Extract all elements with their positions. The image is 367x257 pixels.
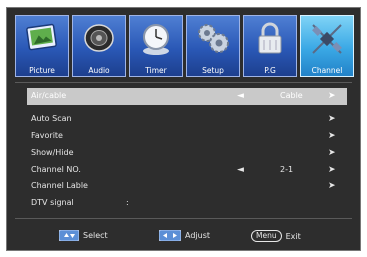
picture-icon bbox=[26, 23, 57, 51]
menu-item-value: 2-1 bbox=[280, 164, 294, 174]
tab-label: Setup bbox=[202, 66, 224, 75]
exit-label: Exit bbox=[285, 231, 301, 241]
tab-setup[interactable]: Setup bbox=[186, 15, 240, 77]
gears-icon bbox=[198, 24, 229, 53]
adjust-label: Adjust bbox=[185, 231, 211, 240]
tab-audio[interactable]: Audio bbox=[72, 15, 126, 77]
tab-label: Picture bbox=[29, 66, 55, 75]
menu-item-auto-scan[interactable]: Auto Scan ➤ bbox=[27, 111, 347, 128]
tab-label: Channel bbox=[311, 66, 343, 75]
menu-item-label: Channel NO. bbox=[31, 164, 81, 174]
speaker-icon bbox=[84, 24, 114, 52]
menu-item-favorite[interactable]: Favorite ➤ bbox=[27, 128, 347, 145]
menu-item-dtv-signal: DTV signal : bbox=[27, 195, 347, 212]
leftright-keys-icon bbox=[159, 230, 181, 241]
footer-hints: Select Adjust Menu Exit bbox=[7, 228, 360, 244]
tab-label: Timer bbox=[145, 66, 167, 75]
select-label: Select bbox=[83, 231, 108, 240]
tab-picture[interactable]: Picture bbox=[15, 15, 69, 77]
arrow-left-icon[interactable]: ◄ bbox=[237, 162, 244, 179]
tab-timer[interactable]: Timer bbox=[129, 15, 183, 77]
menu-item-show-hide[interactable]: Show/Hide ➤ bbox=[27, 145, 347, 162]
arrow-right-icon[interactable]: ➤ bbox=[328, 178, 336, 195]
channel-menu: Air/cable ◄ Cable ➤ Auto Scan ➤ Favorite… bbox=[27, 88, 347, 212]
arrow-right-icon[interactable]: ➤ bbox=[328, 128, 336, 145]
updown-keys-icon bbox=[59, 230, 79, 241]
menu-item-label: DTV signal bbox=[31, 198, 74, 208]
clock-icon bbox=[143, 24, 169, 55]
arrow-right-icon[interactable]: ➤ bbox=[328, 88, 336, 105]
menu-item-label: Auto Scan bbox=[31, 113, 72, 123]
exit-hint: Menu Exit bbox=[251, 230, 301, 242]
menu-item-label: Favorite bbox=[31, 130, 63, 140]
menu-item-colon: : bbox=[126, 198, 129, 208]
divider bbox=[15, 218, 352, 219]
tab-label: P.G bbox=[264, 66, 276, 75]
menu-item-air-cable[interactable]: Air/cable ◄ Cable ➤ bbox=[27, 88, 347, 105]
lock-icon bbox=[258, 22, 282, 54]
menu-tabs: Picture Audio Timer Setup P.G Channel bbox=[15, 15, 354, 77]
menu-key-icon: Menu bbox=[251, 230, 282, 242]
select-hint: Select bbox=[59, 230, 108, 241]
tv-osd-menu: Picture Audio Timer Setup P.G Channel Ai… bbox=[6, 7, 361, 251]
menu-item-channel-lable[interactable]: Channel Lable ➤ bbox=[27, 178, 347, 195]
menu-item-channel-no[interactable]: Channel NO. ◄ 2-1 ➤ bbox=[27, 162, 347, 179]
menu-item-label: Channel Lable bbox=[31, 181, 88, 191]
arrow-left-icon[interactable]: ◄ bbox=[237, 88, 244, 105]
tab-channel[interactable]: Channel bbox=[300, 15, 354, 77]
menu-item-label: Air/cable bbox=[31, 91, 67, 100]
tab-label: Audio bbox=[88, 66, 110, 75]
divider bbox=[15, 82, 352, 83]
satellite-icon bbox=[312, 24, 342, 54]
arrow-right-icon[interactable]: ➤ bbox=[328, 111, 336, 128]
arrow-right-icon[interactable]: ➤ bbox=[328, 145, 336, 162]
arrow-right-icon[interactable]: ➤ bbox=[328, 162, 336, 179]
menu-item-value: Cable bbox=[280, 91, 303, 100]
menu-item-label: Show/Hide bbox=[31, 147, 74, 157]
adjust-hint: Adjust bbox=[159, 230, 210, 241]
tab-pg[interactable]: P.G bbox=[243, 15, 297, 77]
